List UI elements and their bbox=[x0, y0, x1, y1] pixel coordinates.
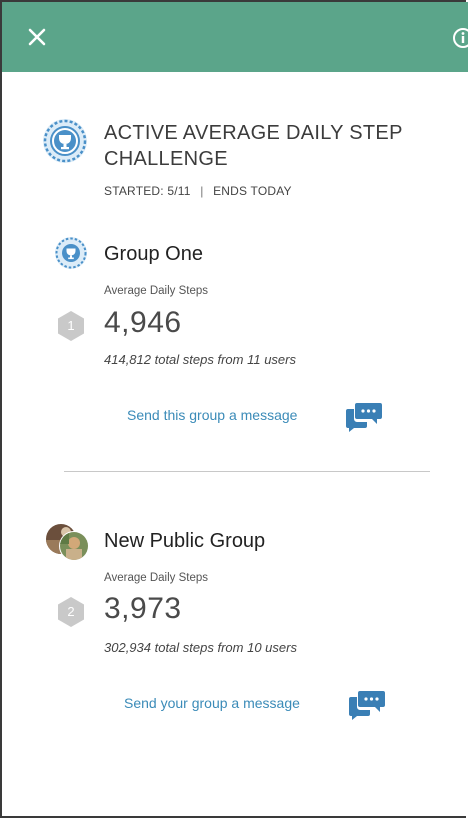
challenge-dates: STARTED: 5/11 | ENDS TODAY bbox=[104, 184, 292, 198]
group-avatars bbox=[44, 522, 90, 562]
rank-number: 1 bbox=[67, 318, 75, 333]
date-separator: | bbox=[200, 184, 204, 198]
group-name[interactable]: New Public Group bbox=[104, 530, 265, 553]
avatar bbox=[46, 524, 89, 561]
group-divider bbox=[64, 471, 430, 472]
close-button[interactable] bbox=[26, 26, 48, 48]
challenge-title: ACTIVE AVERAGE DAILY STEP CHALLENGE bbox=[104, 122, 403, 170]
header-bar bbox=[2, 2, 468, 72]
average-steps-value: 4,946 bbox=[104, 306, 182, 339]
group-badge-icon bbox=[55, 237, 87, 269]
info-button[interactable] bbox=[452, 27, 468, 49]
metric-label: Average Daily Steps bbox=[104, 572, 208, 584]
metric-label: Average Daily Steps bbox=[104, 285, 208, 297]
info-icon bbox=[453, 28, 468, 48]
total-steps-text: 414,812 total steps from 11 users bbox=[104, 352, 296, 367]
send-group-message-link[interactable]: Send this group a message bbox=[127, 407, 297, 423]
chat-bubbles-icon[interactable] bbox=[348, 688, 386, 720]
rank-badge: 1 bbox=[56, 310, 86, 342]
send-group-message-link[interactable]: Send your group a message bbox=[124, 695, 300, 711]
chat-bubbles-icon[interactable] bbox=[345, 400, 383, 432]
rank-number: 2 bbox=[67, 604, 75, 619]
average-steps-value: 3,973 bbox=[104, 592, 182, 625]
challenge-end-date: ENDS TODAY bbox=[213, 184, 292, 198]
challenge-start-date: STARTED: 5/11 bbox=[104, 184, 191, 198]
trophy-badge-icon bbox=[43, 119, 87, 163]
close-icon bbox=[28, 28, 46, 46]
rank-badge: 2 bbox=[56, 596, 86, 628]
total-steps-text: 302,934 total steps from 10 users bbox=[104, 640, 297, 655]
group-name[interactable]: Group One bbox=[104, 243, 203, 266]
